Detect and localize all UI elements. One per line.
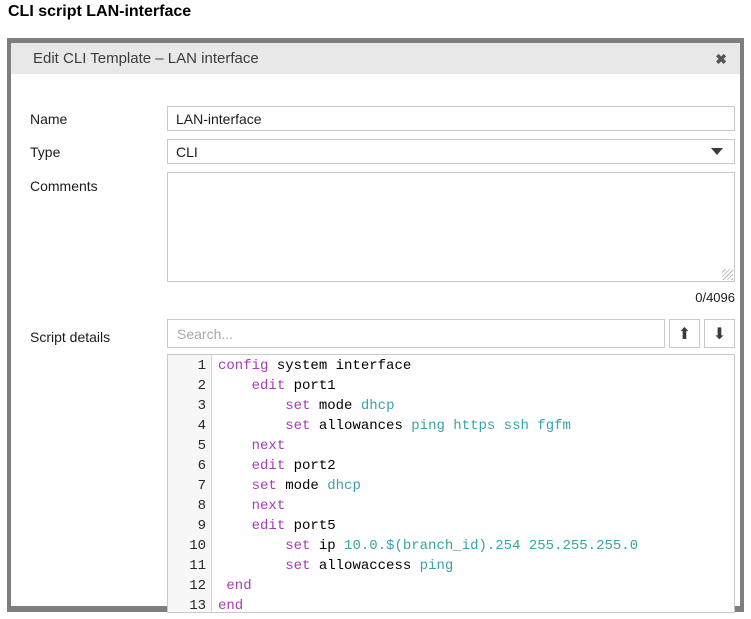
move-down-button[interactable]: ⬇ — [704, 319, 735, 348]
type-label: Type — [30, 144, 167, 160]
comments-textarea[interactable] — [167, 172, 735, 282]
code-line: set allowances ping https ssh fgfm — [218, 416, 734, 436]
code-line: edit port1 — [218, 376, 734, 396]
code-line: edit port2 — [218, 456, 734, 476]
code-line: set mode dhcp — [218, 476, 734, 496]
move-up-button[interactable]: ⬆ — [669, 319, 700, 348]
close-icon[interactable]: ✖ — [715, 52, 727, 66]
line-number-gutter: 12345678910111213 — [168, 355, 212, 612]
line-number: 8 — [168, 496, 206, 516]
code-line: set ip 10.0.$(branch_id).254 255.255.255… — [218, 536, 734, 556]
line-number: 10 — [168, 536, 206, 556]
script-details-row: Script details ⬆ ⬇ — [30, 319, 735, 348]
name-label: Name — [30, 111, 167, 127]
resize-handle-icon[interactable] — [722, 269, 733, 280]
script-details-label: Script details — [30, 322, 167, 345]
code-line: set allowaccess ping — [218, 556, 734, 576]
name-row: Name — [30, 106, 735, 131]
code-line: edit port5 — [218, 516, 734, 536]
page-title: CLI script LAN-interface — [8, 3, 191, 21]
arrow-up-icon: ⬆ — [678, 324, 691, 343]
line-number: 3 — [168, 396, 206, 416]
line-number: 6 — [168, 456, 206, 476]
line-number: 12 — [168, 576, 206, 596]
code-line: end — [218, 596, 734, 612]
arrow-down-icon: ⬇ — [713, 324, 726, 343]
dialog-title: Edit CLI Template – LAN interface — [33, 50, 715, 67]
line-number: 4 — [168, 416, 206, 436]
code-line: end — [218, 576, 734, 596]
comments-textarea-wrap — [167, 172, 735, 282]
name-input[interactable] — [167, 106, 735, 131]
search-input[interactable] — [167, 319, 665, 348]
type-row: Type CLI — [30, 139, 735, 164]
code-area: config system interface edit port1 set m… — [212, 355, 734, 612]
editor-row: 12345678910111213 config system interfac… — [30, 354, 735, 613]
dialog-header: Edit CLI Template – LAN interface ✖ — [11, 43, 740, 74]
chevron-down-icon — [711, 148, 723, 155]
type-select[interactable]: CLI — [167, 139, 735, 164]
line-number: 5 — [168, 436, 206, 456]
type-select-value: CLI — [176, 144, 198, 160]
code-line: set mode dhcp — [218, 396, 734, 416]
comments-row: Comments — [30, 172, 735, 282]
dialog-body: Name Type CLI Comments 0/4096 Script det… — [11, 74, 740, 613]
line-number: 7 — [168, 476, 206, 496]
line-number: 9 — [168, 516, 206, 536]
line-number: 1 — [168, 356, 206, 376]
code-editor[interactable]: 12345678910111213 config system interfac… — [167, 354, 735, 613]
comments-label: Comments — [30, 172, 167, 194]
edit-cli-template-dialog: Edit CLI Template – LAN interface ✖ Name… — [7, 38, 744, 612]
code-line: config system interface — [218, 356, 734, 376]
search-controls: ⬆ ⬇ — [167, 319, 735, 348]
code-line: next — [218, 436, 734, 456]
code-line: next — [218, 496, 734, 516]
line-number: 13 — [168, 596, 206, 613]
char-counter: 0/4096 — [30, 290, 735, 305]
line-number: 11 — [168, 556, 206, 576]
line-number: 2 — [168, 376, 206, 396]
